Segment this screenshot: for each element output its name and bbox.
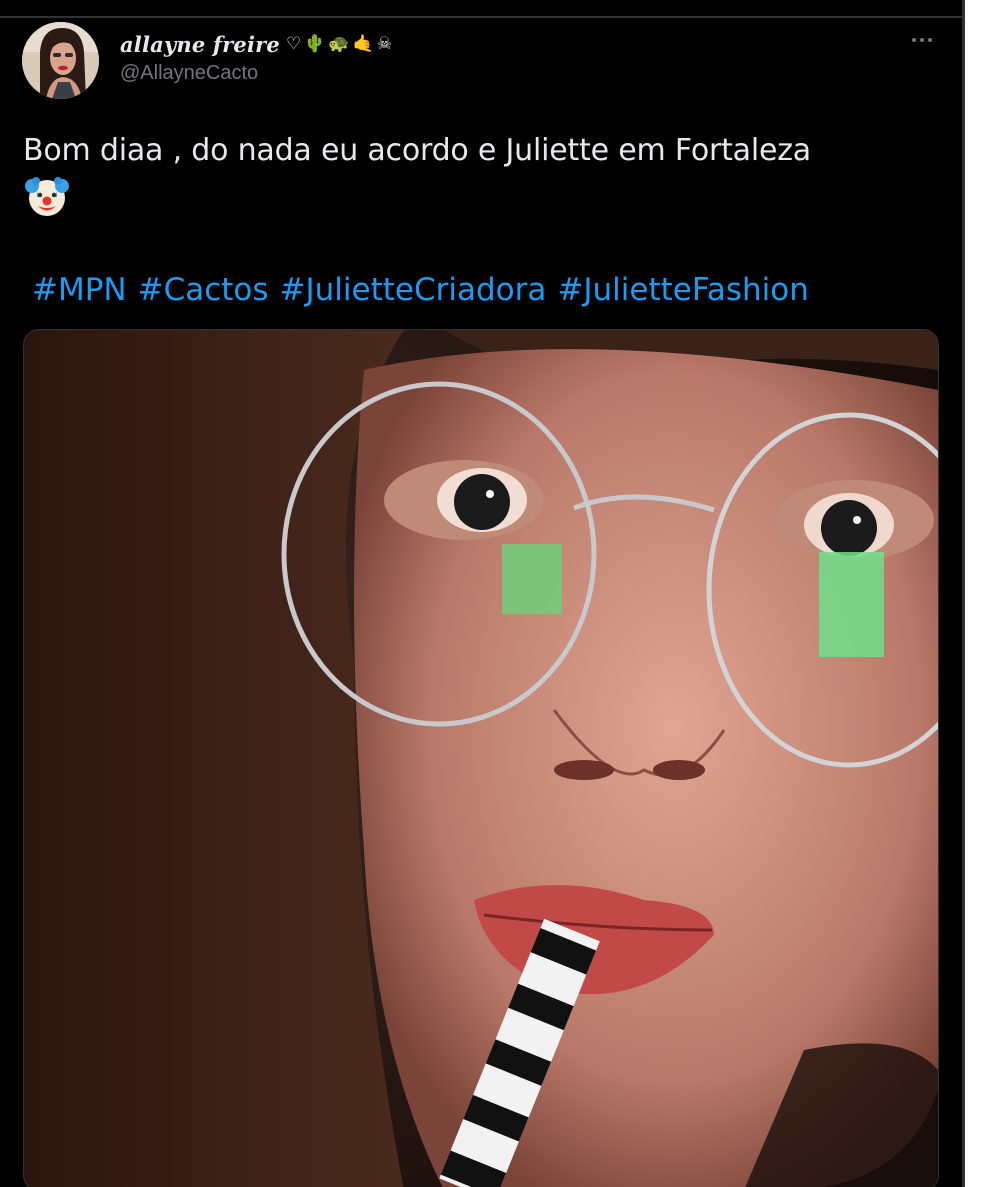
name-row: allayne freire ♡ 🌵 🐢 🤙 ☠: [120, 28, 392, 60]
user-block[interactable]: allayne freire ♡ 🌵 🐢 🤙 ☠ @AllayneCacto: [120, 28, 392, 88]
hashtag-link[interactable]: #JulietteCriadora: [280, 270, 547, 310]
turtle-emoji-icon: 🐢: [328, 33, 350, 54]
user-handle[interactable]: @AllayneCacto: [120, 62, 392, 85]
tweet-media-photo[interactable]: [23, 329, 939, 1187]
heart-outline-icon: ♡: [285, 33, 302, 54]
tweet-text: Bom diaa , do nada eu acordo e Juliette …: [23, 133, 811, 168]
right-edge-strip: [965, 0, 984, 1187]
display-name[interactable]: allayne freire: [120, 32, 280, 57]
cactus-emoji-icon: 🌵: [304, 33, 326, 54]
name-emojis: ♡ 🌵 🐢 🤙 ☠: [285, 33, 392, 54]
more-horizontal-icon: [912, 38, 916, 42]
hashtags: #MPN #Cactos #JulietteCriadora #Juliette…: [32, 270, 809, 310]
more-horizontal-icon-dot: [928, 38, 932, 42]
hashtag-link[interactable]: #Cactos: [138, 270, 269, 310]
more-horizontal-icon-dot: [920, 38, 924, 42]
hashtag-link[interactable]: #JulietteFashion: [557, 270, 808, 310]
skull-crossbones-emoji-icon: ☠: [376, 33, 392, 54]
screenshot-frame: allayne freire ♡ 🌵 🐢 🤙 ☠ @AllayneCacto B…: [0, 0, 984, 1187]
clown-face-emoji-icon: [24, 173, 70, 219]
tweet[interactable]: allayne freire ♡ 🌵 🐢 🤙 ☠ @AllayneCacto B…: [0, 18, 962, 1187]
hashtag-link[interactable]: #MPN: [32, 270, 127, 310]
call-me-hand-emoji-icon: 🤙: [352, 33, 374, 54]
selfie-photo-icon: [24, 330, 938, 1187]
more-options-button[interactable]: [900, 28, 944, 52]
avatar[interactable]: [22, 22, 99, 99]
profile-avatar-icon: [22, 22, 99, 99]
